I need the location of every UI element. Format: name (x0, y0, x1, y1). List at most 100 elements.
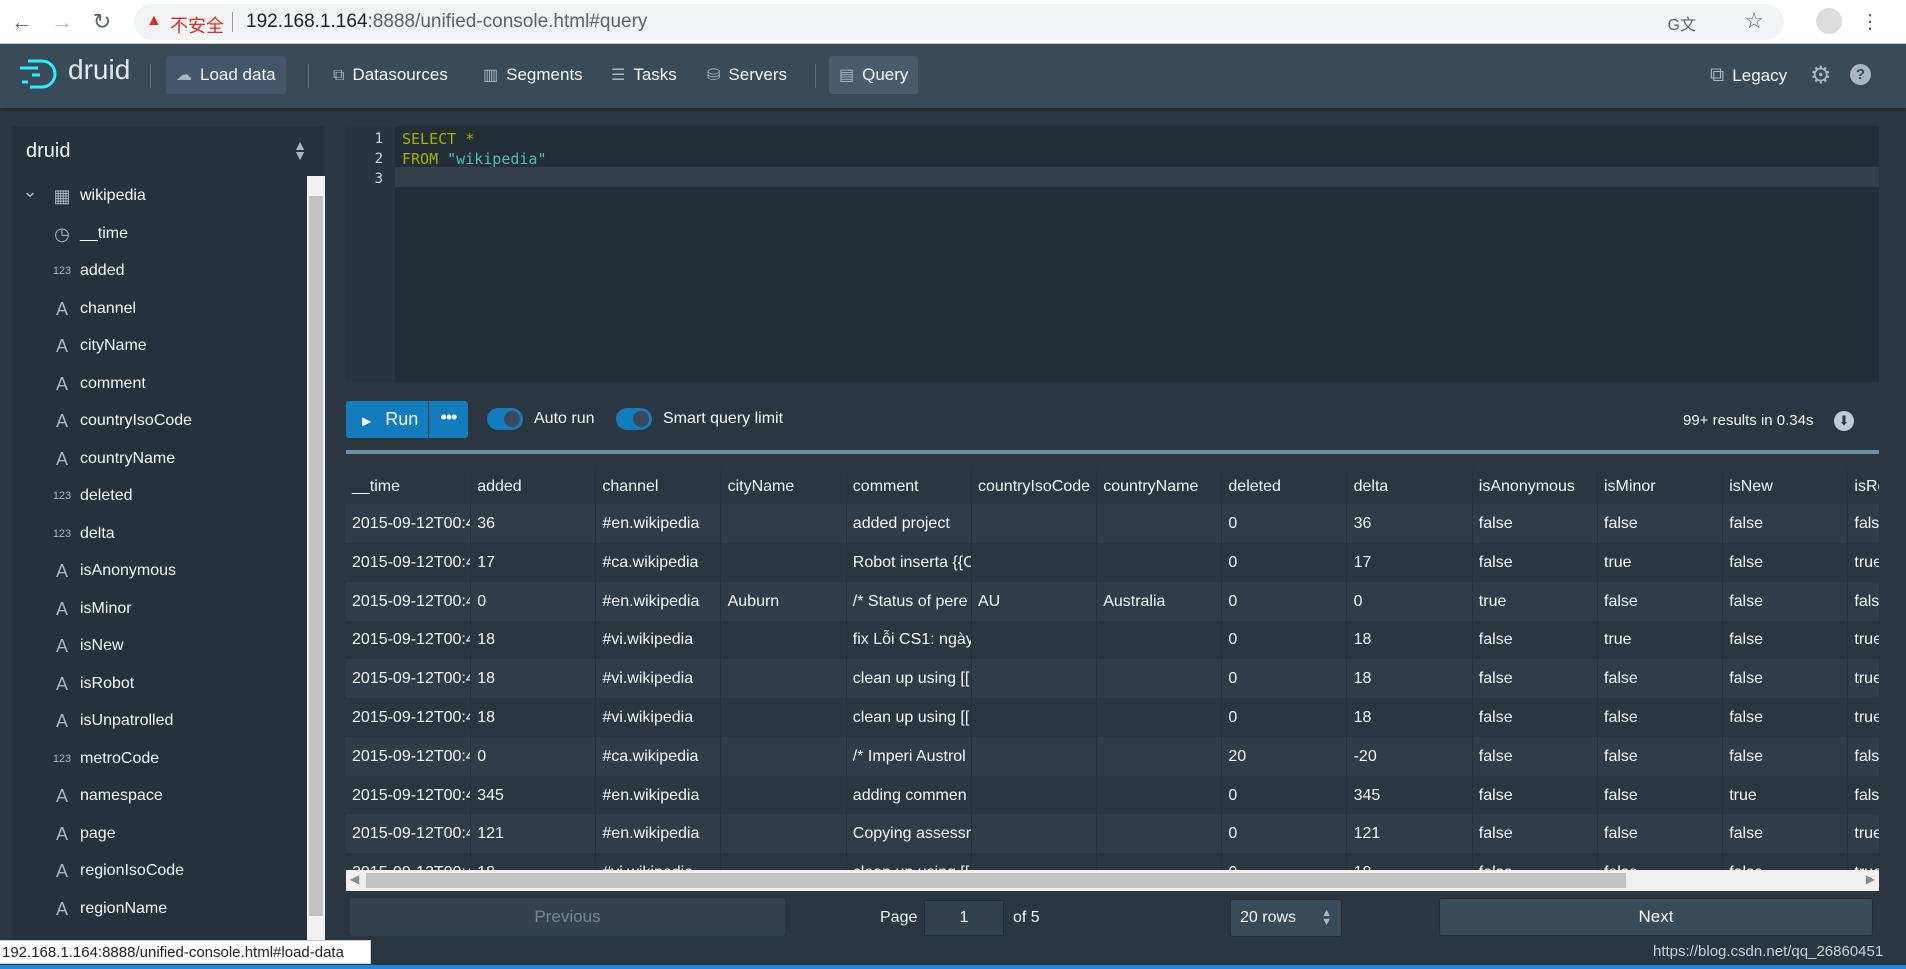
table-cell[interactable]: false (1473, 504, 1598, 543)
tree-column-countryName[interactable]: AcountryName (12, 441, 307, 477)
gear-icon[interactable]: ⚙ (1810, 61, 1832, 90)
table-cell[interactable] (722, 775, 847, 815)
table-cell[interactable]: 2015-09-12T00:4 (346, 620, 471, 660)
table-cell[interactable]: 0 (1222, 659, 1348, 699)
tree-column-isRobot[interactable]: AisRobot (12, 666, 307, 702)
table-cell[interactable]: 18 (1348, 698, 1473, 737)
table-cell[interactable]: fix Lỗi CS1: ngày (847, 620, 972, 660)
table-cell[interactable] (972, 775, 1097, 815)
column-header-isNew[interactable]: isNew (1723, 469, 1849, 504)
druid-logo-icon[interactable] (18, 58, 60, 92)
table-cell[interactable]: false (1848, 737, 1879, 776)
tree-column-cityName[interactable]: AcityName (12, 328, 307, 364)
table-cell[interactable] (972, 620, 1097, 660)
table-cell[interactable]: 18 (471, 659, 597, 699)
nav-servers[interactable]: ⛁ Servers (697, 56, 797, 94)
table-cell[interactable]: true (1848, 659, 1879, 698)
table-cell[interactable]: 2015-09-12T00:4 (346, 581, 471, 621)
column-header-cityName[interactable]: cityName (722, 469, 847, 504)
table-cell[interactable]: 0 (1222, 775, 1348, 815)
table-cell[interactable]: false (1598, 659, 1723, 699)
table-cell[interactable]: false (1598, 504, 1723, 543)
table-cell[interactable]: 121 (471, 814, 597, 854)
column-header-delta[interactable]: delta (1348, 469, 1473, 504)
table-cell[interactable]: -20 (1348, 736, 1473, 776)
table-cell[interactable]: 2015-09-12T00:4 (346, 504, 471, 543)
table-cell[interactable]: false (1723, 814, 1849, 854)
table-cell[interactable]: false (1723, 542, 1849, 582)
table-cell[interactable]: false (1473, 698, 1598, 737)
column-header-isRobot[interactable]: isRobot (1848, 469, 1879, 504)
table-cell[interactable]: Copying assessm (847, 814, 972, 854)
column-header-countryIsoCode[interactable]: countryIsoCode (972, 469, 1097, 504)
table-cell[interactable]: 2015-09-12T00:4 (346, 775, 471, 815)
table-cell[interactable] (972, 504, 1097, 543)
table-cell[interactable]: adding commen (847, 775, 972, 815)
table-cell[interactable]: false (1473, 542, 1598, 582)
table-cell[interactable]: false (1848, 582, 1879, 621)
tree-column-added[interactable]: 123 added (12, 253, 307, 289)
table-cell[interactable]: false (1723, 853, 1849, 870)
forward-icon[interactable]: → (48, 8, 76, 36)
table-cell[interactable] (722, 698, 847, 737)
table-cell[interactable]: 2015-09-12T00:4 (346, 698, 471, 737)
table-cell[interactable]: /* Imperi Austrol (847, 736, 972, 776)
tree-column-isUnpatrolled[interactable]: AisUnpatrolled (12, 703, 307, 739)
table-cell[interactable] (722, 853, 847, 870)
column-header-added[interactable]: added (471, 469, 597, 504)
table-cell[interactable]: false (1723, 504, 1849, 543)
reload-icon[interactable]: ↻ (88, 8, 116, 36)
column-header-isMinor[interactable]: isMinor (1598, 469, 1723, 504)
table-cell[interactable]: 18 (1348, 853, 1473, 870)
table-cell[interactable]: true (1848, 814, 1879, 853)
table-cell[interactable]: false (1598, 698, 1723, 737)
table-cell[interactable] (1097, 775, 1223, 815)
table-cell[interactable]: true (1723, 775, 1849, 815)
table-cell[interactable]: Robot inserta {{C (847, 542, 972, 582)
tree-column-regionIsoCode[interactable]: AregionIsoCode (12, 853, 307, 889)
table-cell[interactable]: false (1598, 736, 1723, 776)
table-cell[interactable] (722, 814, 847, 854)
table-cell[interactable]: 2015-09-12T00:4 (346, 659, 471, 699)
table-cell[interactable]: true (1598, 542, 1723, 582)
sql-editor[interactable]: 1 2 3 SELECT * FROM "wikipedia" (346, 126, 1879, 382)
table-cell[interactable] (1097, 620, 1223, 660)
table-cell[interactable] (722, 736, 847, 776)
table-cell[interactable]: false (1723, 698, 1849, 737)
table-cell[interactable] (722, 659, 847, 699)
table-cell[interactable]: 18 (1348, 659, 1473, 699)
tree-column-comment[interactable]: Acomment (12, 366, 307, 402)
translate-icon[interactable]: G文 (1668, 11, 1696, 35)
table-cell[interactable] (1097, 542, 1223, 582)
table-cell[interactable] (722, 620, 847, 660)
tree-datasource-wikipedia[interactable]: ⌄ ▦ wikipedia (12, 178, 307, 214)
auto-run-toggle[interactable] (487, 408, 523, 430)
table-cell[interactable]: /* Status of pere (847, 581, 972, 621)
table-cell[interactable]: 345 (471, 775, 597, 815)
scroll-right-icon[interactable]: ▶ (1866, 872, 1875, 886)
tree-column-namespace[interactable]: Anamespace (12, 778, 307, 814)
table-cell[interactable]: 2015-09-12T00:4 (346, 853, 471, 870)
table-cell[interactable]: true (1848, 543, 1879, 582)
table-cell[interactable]: false (1473, 775, 1598, 815)
table-cell[interactable] (1097, 736, 1223, 776)
table-cell[interactable]: 345 (1348, 775, 1473, 815)
table-cell[interactable] (972, 814, 1097, 854)
tree-column-countryIsoCode[interactable]: AcountryIsoCode (12, 403, 307, 439)
table-cell[interactable]: 18 (471, 698, 597, 737)
table-cell[interactable] (972, 736, 1097, 776)
smart-query-limit-toggle[interactable] (616, 408, 652, 430)
nav-load-data[interactable]: ☁ Load data (166, 56, 286, 94)
table-cell[interactable]: clean up using [[ (847, 659, 972, 699)
table-cell[interactable]: 2015-09-12T00:4 (346, 736, 471, 776)
table-cell[interactable] (972, 659, 1097, 699)
table-cell[interactable]: 17 (471, 542, 597, 582)
table-cell[interactable]: 0 (1222, 581, 1348, 621)
page-number-input[interactable] (924, 900, 1004, 936)
table-cell[interactable]: 0 (1348, 581, 1473, 621)
table-cell[interactable]: #en.wikipedia (596, 814, 722, 854)
table-cell[interactable]: 0 (1222, 542, 1348, 582)
table-cell[interactable] (1097, 853, 1223, 870)
table-cell[interactable]: #vi.wikipedia (596, 698, 722, 737)
table-cell[interactable] (1097, 659, 1223, 699)
